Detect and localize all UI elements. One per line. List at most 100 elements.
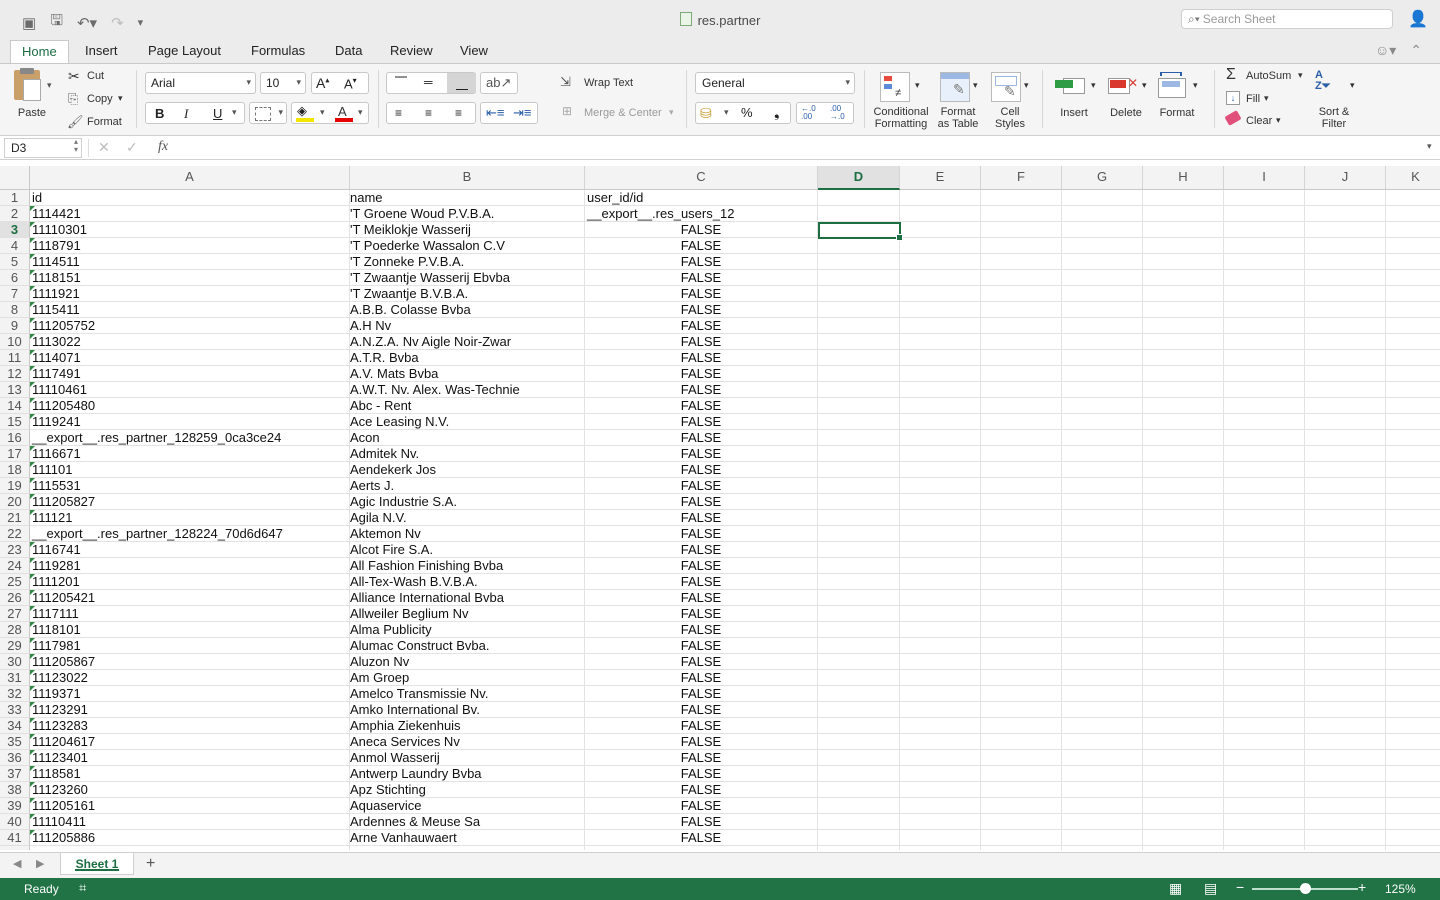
row-header[interactable]: 32 [0, 686, 30, 702]
number-format-select[interactable]: General ▾ [695, 72, 855, 94]
row-header[interactable]: 17 [0, 446, 30, 462]
table-cell[interactable] [981, 446, 1062, 462]
table-cell[interactable]: 111101 [30, 462, 350, 478]
table-cell[interactable] [1305, 510, 1386, 526]
table-cell[interactable] [818, 766, 900, 782]
row-header[interactable]: 6 [0, 270, 30, 286]
merge-dropdown-icon[interactable]: ▾ [669, 107, 674, 118]
table-cell[interactable]: FALSE [585, 574, 818, 590]
table-cell[interactable] [1062, 574, 1143, 590]
table-cell[interactable]: FALSE [585, 830, 818, 846]
table-cell[interactable] [1386, 654, 1440, 670]
table-cell[interactable] [1224, 510, 1305, 526]
table-cell[interactable] [1305, 606, 1386, 622]
table-cell[interactable] [900, 510, 981, 526]
normal-view-icon[interactable]: ▦ [1169, 880, 1182, 897]
table-cell[interactable]: 11123291 [30, 702, 350, 718]
table-cell[interactable]: 1116671 [30, 446, 350, 462]
table-cell[interactable] [1305, 622, 1386, 638]
table-cell[interactable] [1386, 638, 1440, 654]
paste-button[interactable]: Paste [10, 107, 54, 119]
table-cell[interactable]: A.V. Mats Bvba [350, 366, 585, 382]
paste-icon[interactable] [14, 68, 41, 101]
table-cell[interactable] [1224, 414, 1305, 430]
table-cell[interactable] [1305, 366, 1386, 382]
table-cell[interactable] [818, 622, 900, 638]
table-cell[interactable] [900, 798, 981, 814]
table-cell[interactable] [900, 350, 981, 366]
table-cell[interactable] [981, 750, 1062, 766]
table-cell[interactable]: 1116741 [30, 542, 350, 558]
table-cell[interactable] [1386, 286, 1440, 302]
table-cell[interactable] [1305, 526, 1386, 542]
table-cell[interactable] [818, 462, 900, 478]
row-header[interactable]: 9 [0, 318, 30, 334]
table-cell[interactable]: Arne Vanhauwaert [350, 830, 585, 846]
table-cell[interactable] [1305, 558, 1386, 574]
chevron-down-icon[interactable]: ▾ [1264, 93, 1269, 104]
table-cell[interactable]: FALSE [585, 622, 818, 638]
table-cell[interactable] [1224, 574, 1305, 590]
table-cell[interactable]: FALSE [585, 478, 818, 494]
table-cell[interactable] [818, 702, 900, 718]
table-cell[interactable] [981, 526, 1062, 542]
table-cell[interactable] [1062, 814, 1143, 830]
table-cell[interactable] [1386, 606, 1440, 622]
table-cell[interactable] [1224, 302, 1305, 318]
name-box-stepper-icon[interactable]: ▴ ▾ [74, 138, 78, 154]
table-cell[interactable] [1305, 462, 1386, 478]
increase-font-icon[interactable]: A▴ [316, 75, 329, 91]
table-cell[interactable]: id [30, 190, 350, 206]
percent-style-button[interactable]: % [741, 105, 753, 120]
table-cell[interactable]: FALSE [585, 350, 818, 366]
table-cell[interactable] [1386, 494, 1440, 510]
table-cell[interactable]: Allweiler Beglium Nv [350, 606, 585, 622]
table-cell[interactable]: FALSE [585, 718, 818, 734]
table-cell[interactable] [1143, 222, 1224, 238]
table-cell[interactable] [1386, 590, 1440, 606]
chevron-down-icon[interactable]: ▾ [1298, 70, 1303, 81]
table-cell[interactable] [1224, 526, 1305, 542]
row-header[interactable]: 28 [0, 622, 30, 638]
table-cell[interactable] [1143, 654, 1224, 670]
table-cell[interactable]: 1114421 [30, 206, 350, 222]
row-header[interactable]: 15 [0, 414, 30, 430]
table-cell[interactable]: FALSE [585, 462, 818, 478]
table-cell[interactable] [900, 414, 981, 430]
table-cell[interactable] [1386, 542, 1440, 558]
table-cell[interactable] [900, 526, 981, 542]
table-cell[interactable] [1143, 254, 1224, 270]
table-cell[interactable] [1305, 766, 1386, 782]
table-cell[interactable] [818, 430, 900, 446]
cell-styles-button[interactable]: Cell Styles [985, 106, 1035, 130]
table-cell[interactable] [1224, 590, 1305, 606]
table-cell[interactable] [1224, 622, 1305, 638]
paste-dropdown-icon[interactable]: ▾ [47, 80, 52, 91]
table-cell[interactable] [1224, 766, 1305, 782]
format-cells-button[interactable]: Format [1155, 107, 1199, 119]
table-cell[interactable] [1386, 670, 1440, 686]
table-cell[interactable]: FALSE [585, 814, 818, 830]
table-cell[interactable] [1386, 382, 1440, 398]
search-sheet-input[interactable]: ⌕▾ Search Sheet [1181, 9, 1393, 29]
table-cell[interactable] [1062, 334, 1143, 350]
table-cell[interactable]: A.H Nv [350, 318, 585, 334]
table-cell[interactable]: Alma Publicity [350, 622, 585, 638]
table-cell[interactable] [1305, 286, 1386, 302]
table-cell[interactable] [1386, 398, 1440, 414]
table-cell[interactable] [900, 590, 981, 606]
table-cell[interactable] [1305, 750, 1386, 766]
table-cell[interactable] [981, 238, 1062, 254]
table-cell[interactable]: FALSE [585, 302, 818, 318]
table-cell[interactable] [900, 334, 981, 350]
table-cell[interactable] [1386, 206, 1440, 222]
table-cell[interactable] [981, 654, 1062, 670]
table-cell[interactable] [818, 814, 900, 830]
row-header[interactable]: 33 [0, 702, 30, 718]
table-cell[interactable] [900, 478, 981, 494]
table-cell[interactable] [1305, 190, 1386, 206]
table-cell[interactable] [1224, 398, 1305, 414]
copy-dropdown-icon[interactable]: ▾ [118, 93, 123, 104]
row-header[interactable]: 8 [0, 302, 30, 318]
table-cell[interactable] [1062, 430, 1143, 446]
